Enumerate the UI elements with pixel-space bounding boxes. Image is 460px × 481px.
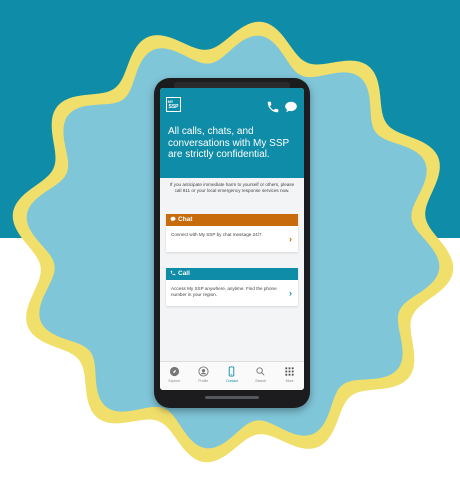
chat-card-title: Chat [178,216,193,223]
my-ssp-logo[interactable]: MY SSP [166,97,181,112]
chevron-right-icon[interactable]: › [289,235,292,244]
app-header: MY SSP All calls, chats, and conversatio… [160,88,304,178]
nav-item-search[interactable]: Search [247,362,275,383]
nav-label-search: Search [255,379,267,383]
nav-item-profile[interactable]: Profile [189,362,217,383]
app-screen: MY SSP All calls, chats, and conversatio… [160,88,304,390]
call-card-header: Call [166,268,298,280]
nav-label-profile: Profile [198,379,209,383]
chat-card-description: Connect with My SSP by chat message 24/7… [171,232,263,237]
nav-label-contact: Contact [225,379,239,383]
profile-icon [198,366,209,377]
chat-card-body[interactable]: Connect with My SSP by chat message 24/7… [166,226,298,252]
phone-icon[interactable] [266,100,280,114]
chat-card-header: Chat [166,214,298,226]
chevron-right-icon[interactable]: › [289,289,292,298]
emergency-disclaimer: If you anticipate immediate harm to your… [169,182,295,194]
nav-item-more[interactable]: More [276,362,304,383]
phone-device-icon [229,366,235,377]
call-card-description: Access My SSP anywhere, anytime. Find th… [171,286,277,297]
search-icon [256,367,265,376]
chat-bubble-icon[interactable] [284,100,298,114]
call-card-title: Call [178,270,190,277]
bottom-nav: Explore Profile Contact Search More [160,361,304,390]
logo-line-2: SSP [168,104,179,110]
nav-item-explore[interactable]: Explore [160,362,188,383]
call-card-body[interactable]: Access My SSP anywhere, anytime. Find th… [166,280,298,306]
home-indicator [205,396,259,399]
grid-icon [285,367,294,376]
chat-card[interactable]: Chat Connect with My SSP by chat message… [166,214,298,252]
nav-item-contact[interactable]: Contact [218,362,246,383]
compass-icon [169,366,179,377]
nav-label-explore: Explore [168,379,181,383]
call-card[interactable]: Call Access My SSP anywhere, anytime. Fi… [166,268,298,306]
nav-label-more: More [285,379,294,383]
chat-bubble-icon [170,217,176,222]
phone-icon [170,271,176,276]
confidentiality-headline: All calls, chats, and conversations with… [168,126,289,160]
